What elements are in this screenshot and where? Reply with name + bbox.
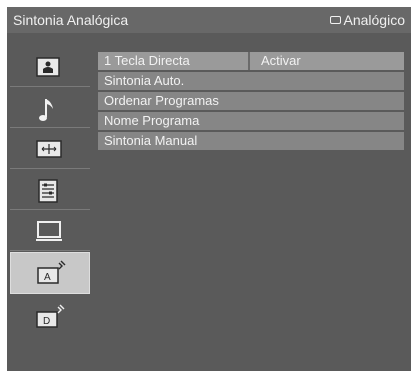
analog-tuning-icon: A	[37, 260, 66, 284]
menu-item-sort-programs[interactable]: Ordenar Programas	[98, 92, 404, 110]
tv-menu-screen: Sintonia Analógica Analógico A D 1 Tecla…	[7, 7, 411, 371]
sidebar-item-screen[interactable]	[10, 129, 90, 169]
title-bar: Sintonia Analógica Analógico	[7, 7, 411, 33]
menu-item-value: Activar	[261, 53, 301, 68]
picture-icon	[36, 57, 60, 77]
menu-item-label: Sintonia Manual	[104, 133, 198, 148]
sidebar-item-picture[interactable]	[10, 47, 90, 87]
page-title: Sintonia Analógica	[13, 12, 129, 28]
menu-item-label: Ordenar Programas	[104, 93, 219, 108]
digital-glyph: D	[43, 316, 50, 327]
digital-tuning-icon: D	[36, 304, 65, 328]
music-note-icon	[39, 99, 53, 121]
menu-item-label: Sintonia Auto.	[104, 73, 185, 88]
sidebar: A D	[10, 47, 90, 369]
analog-glyph: A	[44, 272, 51, 283]
rectangle-outline-icon	[329, 16, 341, 24]
sidebar-item-setup[interactable]	[10, 170, 90, 210]
menu-item-label: 1 Tecla Directa	[104, 53, 190, 68]
menu-item-auto-tuning[interactable]: Sintonia Auto.	[98, 72, 404, 90]
input-mode-label: Analógico	[343, 12, 406, 28]
screen-resize-icon	[36, 140, 62, 158]
monitor-icon	[36, 221, 62, 241]
input-mode-indicator: Analógico	[329, 7, 406, 33]
settings-list-icon	[38, 179, 58, 203]
sidebar-item-analog-tuning[interactable]: A	[10, 252, 90, 294]
sidebar-item-monitor[interactable]	[10, 211, 90, 251]
menu-list: 1 Tecla Directa Activar Sintonia Auto. O…	[98, 52, 404, 364]
menu-item-program-name[interactable]: Nome Programa	[98, 112, 404, 130]
menu-item-manual-tuning[interactable]: Sintonia Manual	[98, 132, 404, 150]
sidebar-item-sound[interactable]	[10, 88, 90, 128]
menu-item-one-touch[interactable]: 1 Tecla Directa Activar	[98, 52, 404, 70]
menu-item-label: Nome Programa	[104, 113, 200, 128]
sidebar-item-digital-tuning[interactable]: D	[10, 297, 90, 337]
